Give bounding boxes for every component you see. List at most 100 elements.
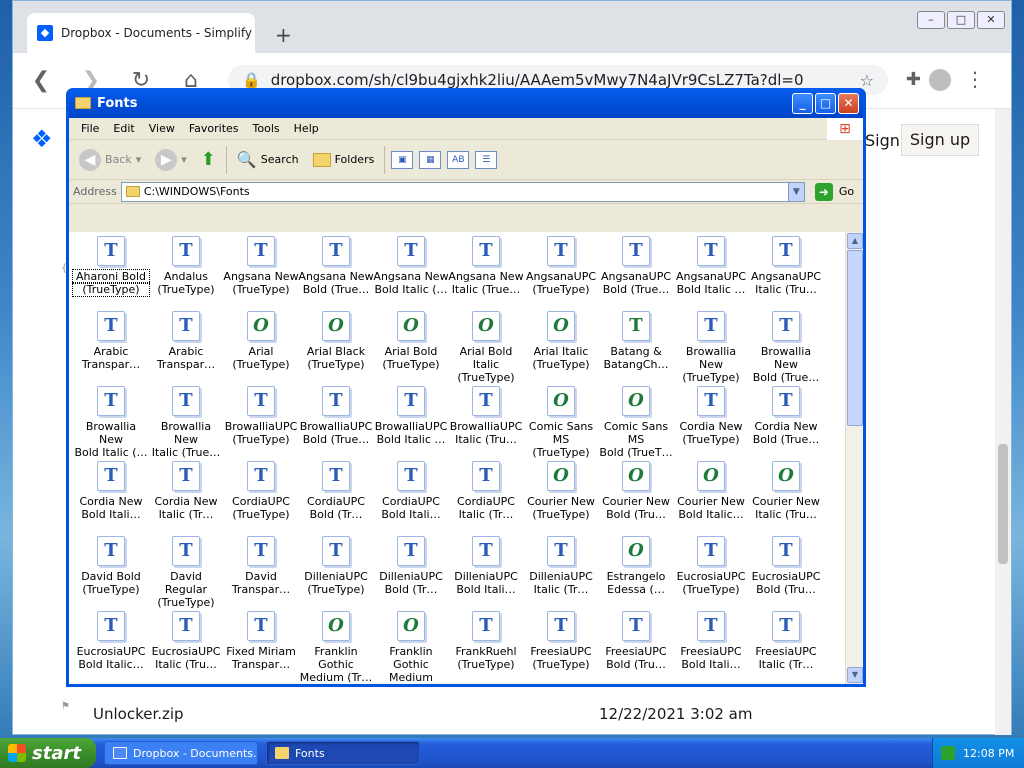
font-item[interactable]: T DilleniaUPC Bold Itali…: [448, 536, 524, 596]
extensions-icon[interactable]: ✚: [906, 69, 921, 90]
list-view-icon[interactable]: ▦: [419, 150, 442, 169]
font-item[interactable]: T CordiaUPC Bold Itali…: [373, 461, 449, 521]
font-item[interactable]: T Aharoni Bold (TrueType): [72, 236, 150, 297]
font-item[interactable]: T Browallia New Italic (True…: [148, 386, 224, 459]
font-item[interactable]: T CordiaUPC (TrueType): [223, 461, 299, 521]
font-item[interactable]: T FreesiaUPC Bold Itali…: [673, 611, 749, 671]
font-item[interactable]: T Cordia New (TrueType): [673, 386, 749, 446]
search-button[interactable]: 🔍 Search: [233, 148, 303, 171]
profile-avatar-icon[interactable]: [929, 69, 951, 91]
font-item[interactable]: O Courier New (TrueType): [523, 461, 599, 521]
large-icons-view-icon[interactable]: ▣: [391, 150, 414, 169]
font-item[interactable]: T CordiaUPC Italic (Tr…: [448, 461, 524, 521]
font-item[interactable]: O Courier New Italic (Tru…: [748, 461, 824, 521]
font-item[interactable]: T David Bold (TrueType): [73, 536, 149, 596]
address-dropdown-icon[interactable]: ▼: [787, 182, 804, 201]
font-item[interactable]: T Cordia New Bold (True…: [748, 386, 824, 446]
font-item[interactable]: T Arabic Transpar…: [73, 311, 149, 371]
tray-network-icon[interactable]: [941, 746, 955, 760]
font-item[interactable]: T Browallia New Bold Italic (…: [73, 386, 149, 459]
font-item[interactable]: T Angsana New Bold Italic (…: [373, 236, 449, 296]
taskbar-item-dropbox[interactable]: Dropbox - Documents...: [104, 741, 258, 765]
font-item[interactable]: T EucrosiaUPC (TrueType): [673, 536, 749, 596]
go-button[interactable]: ➜ Go: [814, 182, 854, 201]
similarity-view-icon[interactable]: AB: [447, 150, 470, 169]
font-item[interactable]: T BrowalliaUPC Bold Italic …: [373, 386, 449, 446]
scrollbar-thumb[interactable]: [847, 250, 863, 426]
bookmark-star-icon[interactable]: ☆: [860, 71, 874, 90]
menu-help[interactable]: Help: [288, 122, 325, 135]
font-item[interactable]: T Browallia New Bold (True…: [748, 311, 824, 384]
clock[interactable]: 12:08 PM: [963, 747, 1014, 760]
font-item[interactable]: T EucrosiaUPC Italic (Tru…: [148, 611, 224, 671]
font-item[interactable]: T Angsana New Italic (True…: [448, 236, 524, 296]
font-item[interactable]: T Cordia New Italic (Tr…: [148, 461, 224, 521]
font-item[interactable]: O Arial (TrueType): [223, 311, 299, 371]
new-tab-icon[interactable]: +: [275, 23, 292, 47]
fonts-titlebar[interactable]: Fonts _ □ ✕: [69, 88, 863, 118]
browser-scrollbar-thumb[interactable]: [998, 444, 1008, 564]
font-item[interactable]: T FreesiaUPC Italic (Tr…: [748, 611, 824, 671]
menu-edit[interactable]: Edit: [107, 122, 140, 135]
font-item[interactable]: T CordiaUPC Bold (Tr…: [298, 461, 374, 521]
taskbar-item-fonts[interactable]: Fonts: [266, 741, 420, 765]
minimize-icon[interactable]: –: [917, 11, 945, 29]
font-item[interactable]: T Browallia New (TrueType): [673, 311, 749, 384]
font-item[interactable]: O Courier New Bold (Tru…: [598, 461, 674, 521]
browser-tab[interactable]: ◆ Dropbox - Documents - Simplify your: [27, 13, 255, 53]
font-item[interactable]: T DilleniaUPC Bold (Tr…: [373, 536, 449, 596]
font-item[interactable]: T Arabic Transpar…: [148, 311, 224, 371]
font-item[interactable]: O Estrangelo Edessa (…: [598, 536, 674, 596]
sign-up-button[interactable]: Sign up: [901, 124, 979, 156]
font-item[interactable]: T EucrosiaUPC Bold (Tru…: [748, 536, 824, 596]
back-button[interactable]: ◀ Back ▾: [75, 147, 145, 173]
font-item[interactable]: T BrowalliaUPC Italic (Tru…: [448, 386, 524, 446]
back-arrow-icon[interactable]: ❮: [29, 68, 53, 93]
font-item[interactable]: O Arial Italic (TrueType): [523, 311, 599, 371]
scroll-up-icon[interactable]: ▲: [847, 233, 863, 249]
font-item[interactable]: T AngsanaUPC Italic (Tru…: [748, 236, 824, 296]
font-item[interactable]: T AngsanaUPC (TrueType): [523, 236, 599, 296]
fonts-scrollbar[interactable]: ▲ ▼: [845, 232, 863, 684]
maximize-button[interactable]: □: [815, 92, 836, 114]
font-item[interactable]: T AngsanaUPC Bold Italic …: [673, 236, 749, 296]
font-item[interactable]: T FrankRuehl (TrueType): [448, 611, 524, 671]
maximize-icon[interactable]: □: [947, 11, 975, 29]
font-item[interactable]: O Arial Bold (TrueType): [373, 311, 449, 371]
minimize-button[interactable]: _: [792, 92, 813, 114]
start-button[interactable]: start: [0, 738, 96, 768]
font-item[interactable]: O Franklin GothicMedium Itali…: [373, 611, 449, 684]
details-view-icon[interactable]: ☰: [475, 150, 498, 169]
font-item[interactable]: O Arial Bold Italic (TrueType): [448, 311, 524, 384]
font-item[interactable]: T Angsana New (TrueType): [223, 236, 299, 296]
font-item[interactable]: T DilleniaUPC Italic (Tr…: [523, 536, 599, 596]
scroll-down-icon[interactable]: ▼: [847, 667, 863, 683]
font-item[interactable]: O Comic Sans MS Bold (TrueT…: [598, 386, 674, 459]
font-item[interactable]: T Cordia New Bold Itali…: [73, 461, 149, 521]
close-icon[interactable]: ✕: [977, 11, 1005, 29]
font-item[interactable]: T BrowalliaUPC Bold (True…: [298, 386, 374, 446]
menu-view[interactable]: View: [143, 122, 181, 135]
font-item[interactable]: T AngsanaUPC Bold (True…: [598, 236, 674, 296]
close-button[interactable]: ✕: [838, 92, 859, 114]
font-item[interactable]: O Arial Black (TrueType): [298, 311, 374, 371]
file-name[interactable]: Unlocker.zip: [93, 705, 184, 723]
forward-button[interactable]: ▶ ▾: [151, 147, 191, 173]
font-item[interactable]: O Franklin Gothic Medium (Tr…: [298, 611, 374, 684]
font-item[interactable]: T David Transpar…: [223, 536, 299, 596]
font-item[interactable]: O Courier New Bold Italic…: [673, 461, 749, 521]
up-folder-button[interactable]: ⬆: [197, 147, 220, 172]
folders-button[interactable]: Folders: [309, 151, 379, 169]
menu-kebab-icon[interactable]: ⋮: [965, 67, 985, 91]
font-item[interactable]: T Fixed Miriam Transpar…: [223, 611, 299, 671]
font-item[interactable]: T BrowalliaUPC (TrueType): [223, 386, 299, 446]
menu-tools[interactable]: Tools: [247, 122, 286, 135]
font-item[interactable]: T FreesiaUPC (TrueType): [523, 611, 599, 671]
dropbox-logo-icon[interactable]: ❖: [31, 125, 57, 153]
font-item[interactable]: T Batang & BatangCh…: [598, 311, 674, 371]
font-item[interactable]: T FreesiaUPC Bold (Tru…: [598, 611, 674, 671]
browser-scrollbar[interactable]: [995, 109, 1011, 735]
menu-favorites[interactable]: Favorites: [183, 122, 245, 135]
font-item[interactable]: T EucrosiaUPC Bold Italic…: [73, 611, 149, 671]
menu-file[interactable]: File: [75, 122, 105, 135]
